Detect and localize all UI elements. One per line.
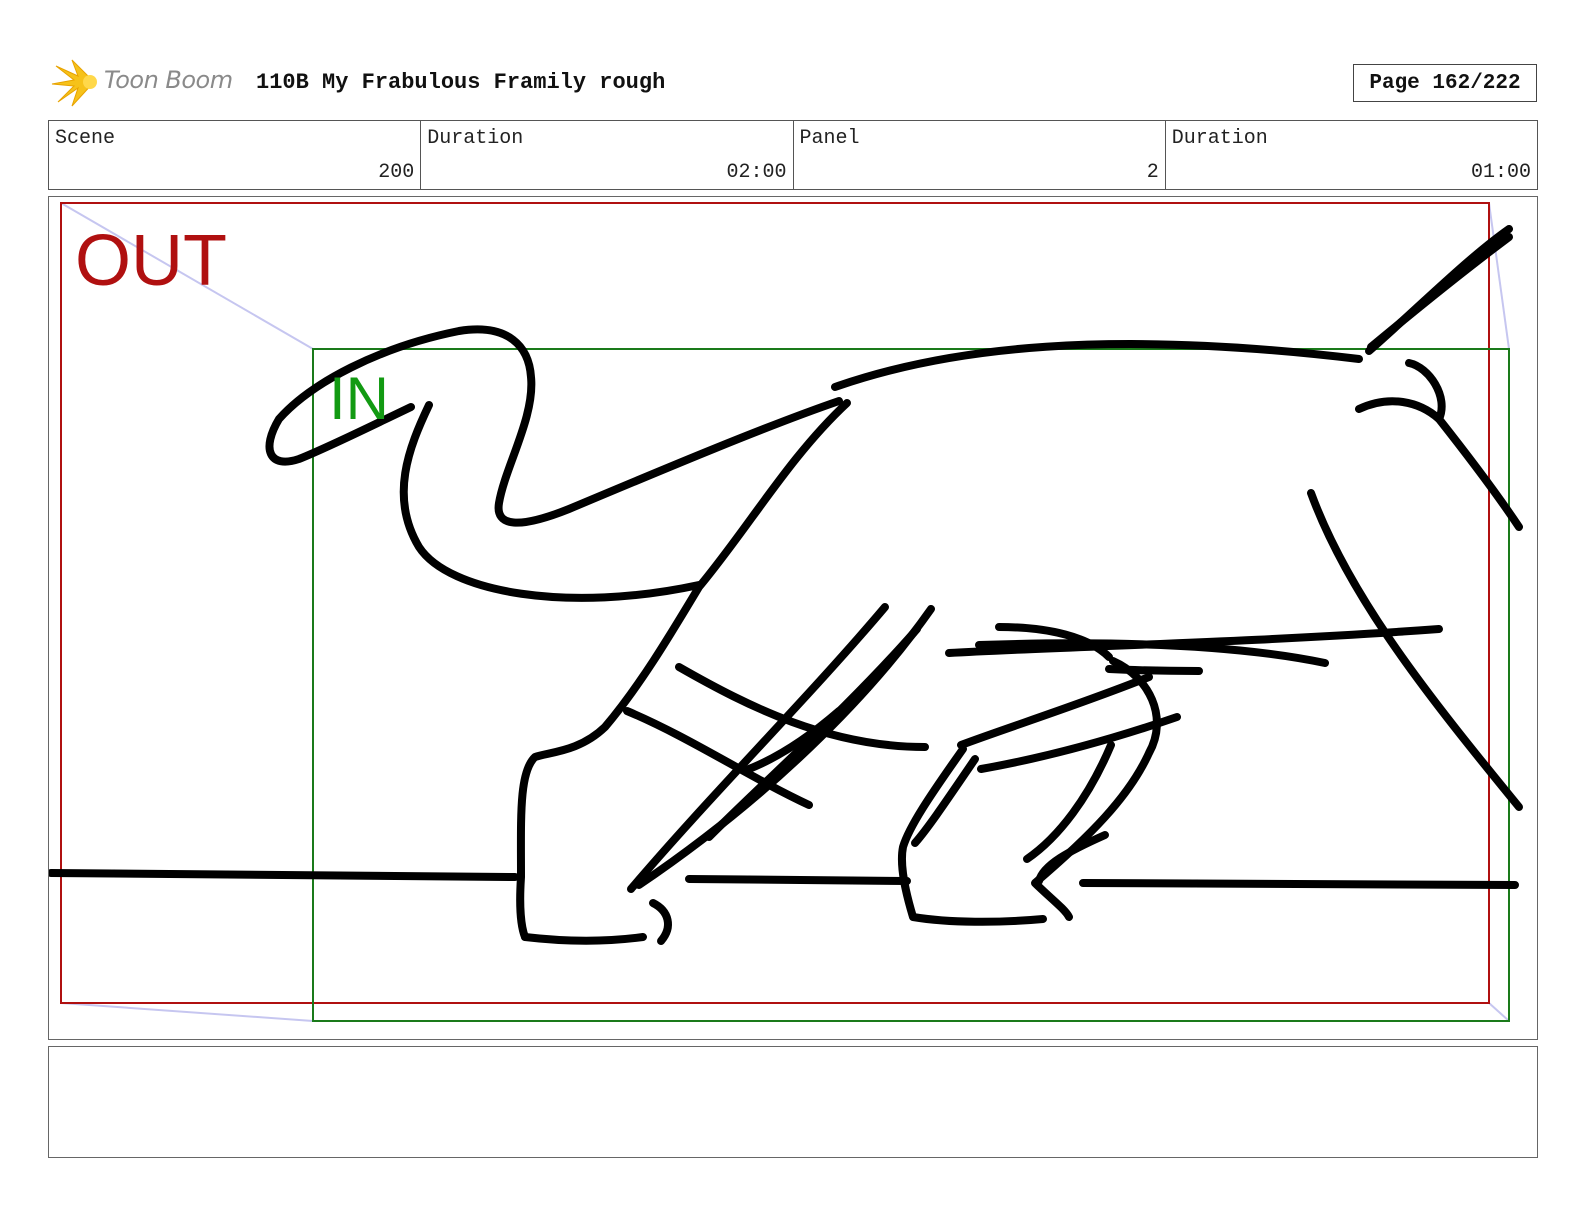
in-frame-label: IN bbox=[329, 365, 389, 432]
panel-duration-label: Duration bbox=[1171, 127, 1268, 150]
panel-label: Panel bbox=[799, 127, 860, 150]
starburst-icon bbox=[51, 59, 97, 107]
panel-duration-cell: Duration 01:00 bbox=[1166, 121, 1537, 189]
notes-box[interactable] bbox=[48, 1046, 1538, 1158]
storyboard-panel: OUT IN bbox=[48, 196, 1538, 1040]
scene-duration-cell: Duration 02:00 bbox=[421, 121, 794, 189]
page-number: Page 162/222 bbox=[1353, 64, 1537, 102]
panel-duration-value: 01:00 bbox=[1470, 161, 1531, 184]
scene-label: Scene bbox=[55, 127, 116, 150]
scene-cell: Scene 200 bbox=[49, 121, 422, 189]
creature-sketch bbox=[49, 225, 1523, 945]
out-frame-label: OUT bbox=[75, 221, 227, 301]
panel-value: 2 bbox=[1146, 161, 1159, 184]
panel-cell: Panel 2 bbox=[794, 121, 1166, 189]
scene-duration-value: 02:00 bbox=[726, 161, 787, 184]
panel-drawing bbox=[49, 202, 1523, 1022]
project-title: 110B My Frabulous Framily rough bbox=[256, 70, 666, 95]
scene-duration-label: Duration bbox=[427, 127, 524, 150]
scene-value: 200 bbox=[378, 161, 415, 184]
logo-text: Toon Boom bbox=[104, 66, 233, 94]
toon-boom-logo: Toon Boom bbox=[50, 56, 240, 108]
camera-path-lines bbox=[60, 202, 1510, 1022]
scene-info-table: Scene 200 Duration 02:00 Panel 2 Duratio… bbox=[48, 120, 1538, 190]
